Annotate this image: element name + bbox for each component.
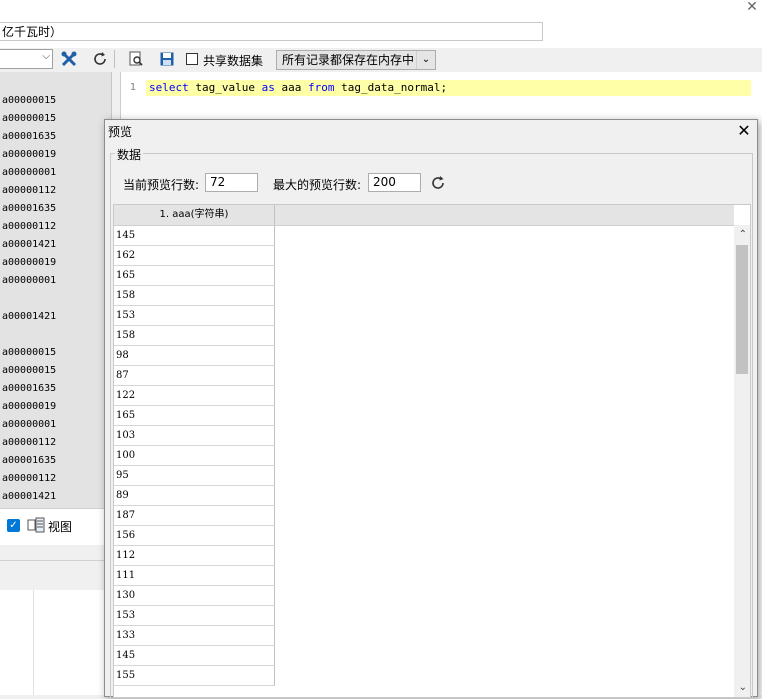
table-row[interactable]: 100 bbox=[114, 446, 275, 466]
sql-keyword: as bbox=[261, 81, 275, 94]
tools-icon[interactable] bbox=[59, 49, 79, 69]
scrollbar-thumb[interactable] bbox=[736, 245, 748, 374]
chevron-down-icon: ⌵ bbox=[42, 51, 50, 62]
max-rows-field[interactable]: 200 bbox=[368, 173, 421, 192]
list-item[interactable] bbox=[2, 290, 56, 308]
table-row[interactable]: 112 bbox=[114, 546, 275, 566]
table-row[interactable]: 158 bbox=[114, 326, 275, 346]
list-item[interactable]: a00000019 bbox=[2, 254, 56, 272]
list-item[interactable]: a00000112 bbox=[2, 182, 56, 200]
sql-line[interactable]: select tag_value as aaa from tag_data_no… bbox=[146, 80, 751, 96]
window-close-button[interactable]: ✕ bbox=[742, 0, 762, 14]
list-item[interactable]: a00000019 bbox=[2, 146, 56, 164]
list-item[interactable]: a00000001 bbox=[2, 416, 56, 434]
column-header[interactable]: 1. aaa(字符串) bbox=[114, 205, 275, 225]
list-item[interactable]: a00000015 bbox=[2, 362, 56, 380]
table-row[interactable]: 89 bbox=[114, 486, 275, 506]
table-row[interactable]: 103 bbox=[114, 426, 275, 446]
table-row[interactable]: 165 bbox=[114, 266, 275, 286]
list-item[interactable]: a00001421 bbox=[2, 488, 56, 506]
grid-rows: 145 162 165 158 153 158 98 87 122 165 10… bbox=[114, 226, 275, 686]
view-icon bbox=[27, 517, 45, 534]
list-item[interactable]: a00000001 bbox=[2, 272, 56, 290]
grid-line bbox=[33, 590, 34, 695]
list-item[interactable]: a00000112 bbox=[2, 218, 56, 236]
list-item[interactable]: a00000015 bbox=[2, 344, 56, 362]
left-bottom-bar bbox=[0, 560, 105, 591]
list-item[interactable]: a00000019 bbox=[2, 398, 56, 416]
table-row[interactable]: 162 bbox=[114, 246, 275, 266]
current-rows-field[interactable]: 72 bbox=[205, 173, 258, 192]
table-row[interactable]: 122 bbox=[114, 386, 275, 406]
line-number: 1 bbox=[129, 82, 137, 93]
scroll-down-icon[interactable]: ⌄ bbox=[739, 682, 747, 693]
sql-keyword: select bbox=[149, 81, 189, 94]
list-item[interactable]: a00001421 bbox=[2, 236, 56, 254]
list-item[interactable]: a00000015 bbox=[2, 110, 56, 128]
chevron-down-icon: ⌄ bbox=[416, 51, 435, 69]
table-row[interactable]: 111 bbox=[114, 566, 275, 586]
list-item[interactable]: a00000015 bbox=[2, 92, 56, 110]
list-item[interactable]: a00000001 bbox=[2, 164, 56, 182]
sql-keyword: from bbox=[307, 81, 335, 94]
table-row[interactable]: 145 bbox=[114, 646, 275, 666]
dialog-title: 预览 bbox=[108, 125, 133, 139]
sql-text: tag_value bbox=[188, 81, 262, 94]
toolbar-separator bbox=[110, 49, 118, 69]
list-item[interactable]: a00001635 bbox=[2, 200, 56, 218]
table-row[interactable]: 98 bbox=[114, 346, 275, 366]
table-row[interactable]: 145 bbox=[114, 226, 275, 246]
list-item[interactable]: a00001635 bbox=[2, 128, 56, 146]
table-row[interactable]: 155 bbox=[114, 666, 275, 686]
data-group-label: 数据 bbox=[115, 146, 144, 163]
table-row[interactable]: 133 bbox=[114, 626, 275, 646]
table-row[interactable]: 153 bbox=[114, 306, 275, 326]
table-row[interactable]: 87 bbox=[114, 366, 275, 386]
view-checkbox[interactable]: ✓ bbox=[7, 519, 20, 532]
preview-icon[interactable] bbox=[126, 49, 146, 69]
preview-dialog: 预览 ✕ 数据 当前预览行数: 72 最大的预览行数: 200 1. aaa(字… bbox=[104, 119, 758, 699]
list-item[interactable]: a00000112 bbox=[2, 434, 56, 452]
view-label: 视图 bbox=[48, 520, 73, 534]
list-item[interactable]: a00001421 bbox=[2, 308, 56, 326]
list-item[interactable]: a00000112 bbox=[2, 470, 56, 488]
share-dataset-label: 共享数据集 bbox=[203, 54, 264, 68]
left-bottom-grid bbox=[0, 590, 105, 695]
sql-text: aaa bbox=[274, 81, 308, 94]
table-row[interactable]: 165 bbox=[114, 406, 275, 426]
save-icon[interactable] bbox=[157, 49, 177, 69]
left-result-list: a00000015 a00000015 a00001635 a00000019 … bbox=[2, 92, 56, 506]
refresh-icon[interactable] bbox=[430, 175, 446, 191]
refresh-icon[interactable] bbox=[90, 49, 110, 69]
memory-mode-value: 所有记录都保存在内存中 bbox=[282, 53, 415, 67]
max-rows-label: 最大的预览行数: bbox=[273, 178, 362, 192]
list-item[interactable]: a00001635 bbox=[2, 380, 56, 398]
table-row[interactable]: 156 bbox=[114, 526, 275, 546]
memory-mode-select[interactable]: 所有记录都保存在内存中 ⌄ bbox=[276, 50, 436, 70]
scroll-up-icon[interactable]: ⌃ bbox=[739, 229, 747, 240]
table-row[interactable]: 130 bbox=[114, 586, 275, 606]
table-row[interactable]: 187 bbox=[114, 506, 275, 526]
close-icon[interactable]: ✕ bbox=[735, 122, 753, 140]
table-row[interactable]: 153 bbox=[114, 606, 275, 626]
current-rows-label: 当前预览行数: bbox=[123, 178, 200, 192]
left-combo-box[interactable]: ⌵ bbox=[0, 49, 53, 69]
table-row[interactable]: 95 bbox=[114, 466, 275, 486]
table-row[interactable]: 158 bbox=[114, 286, 275, 306]
sql-text: tag_data_normal; bbox=[334, 81, 448, 94]
preview-grid[interactable]: 1. aaa(字符串) 145 162 165 158 153 158 98 8… bbox=[113, 204, 751, 698]
left-result-panel: a00000015 a00000015 a00001635 a00000019 … bbox=[0, 72, 112, 508]
list-item[interactable] bbox=[2, 326, 56, 344]
title-text-field[interactable]: 亿千瓦时） bbox=[0, 22, 543, 41]
share-dataset-checkbox[interactable] bbox=[186, 53, 198, 65]
list-item[interactable]: a00001635 bbox=[2, 452, 56, 470]
